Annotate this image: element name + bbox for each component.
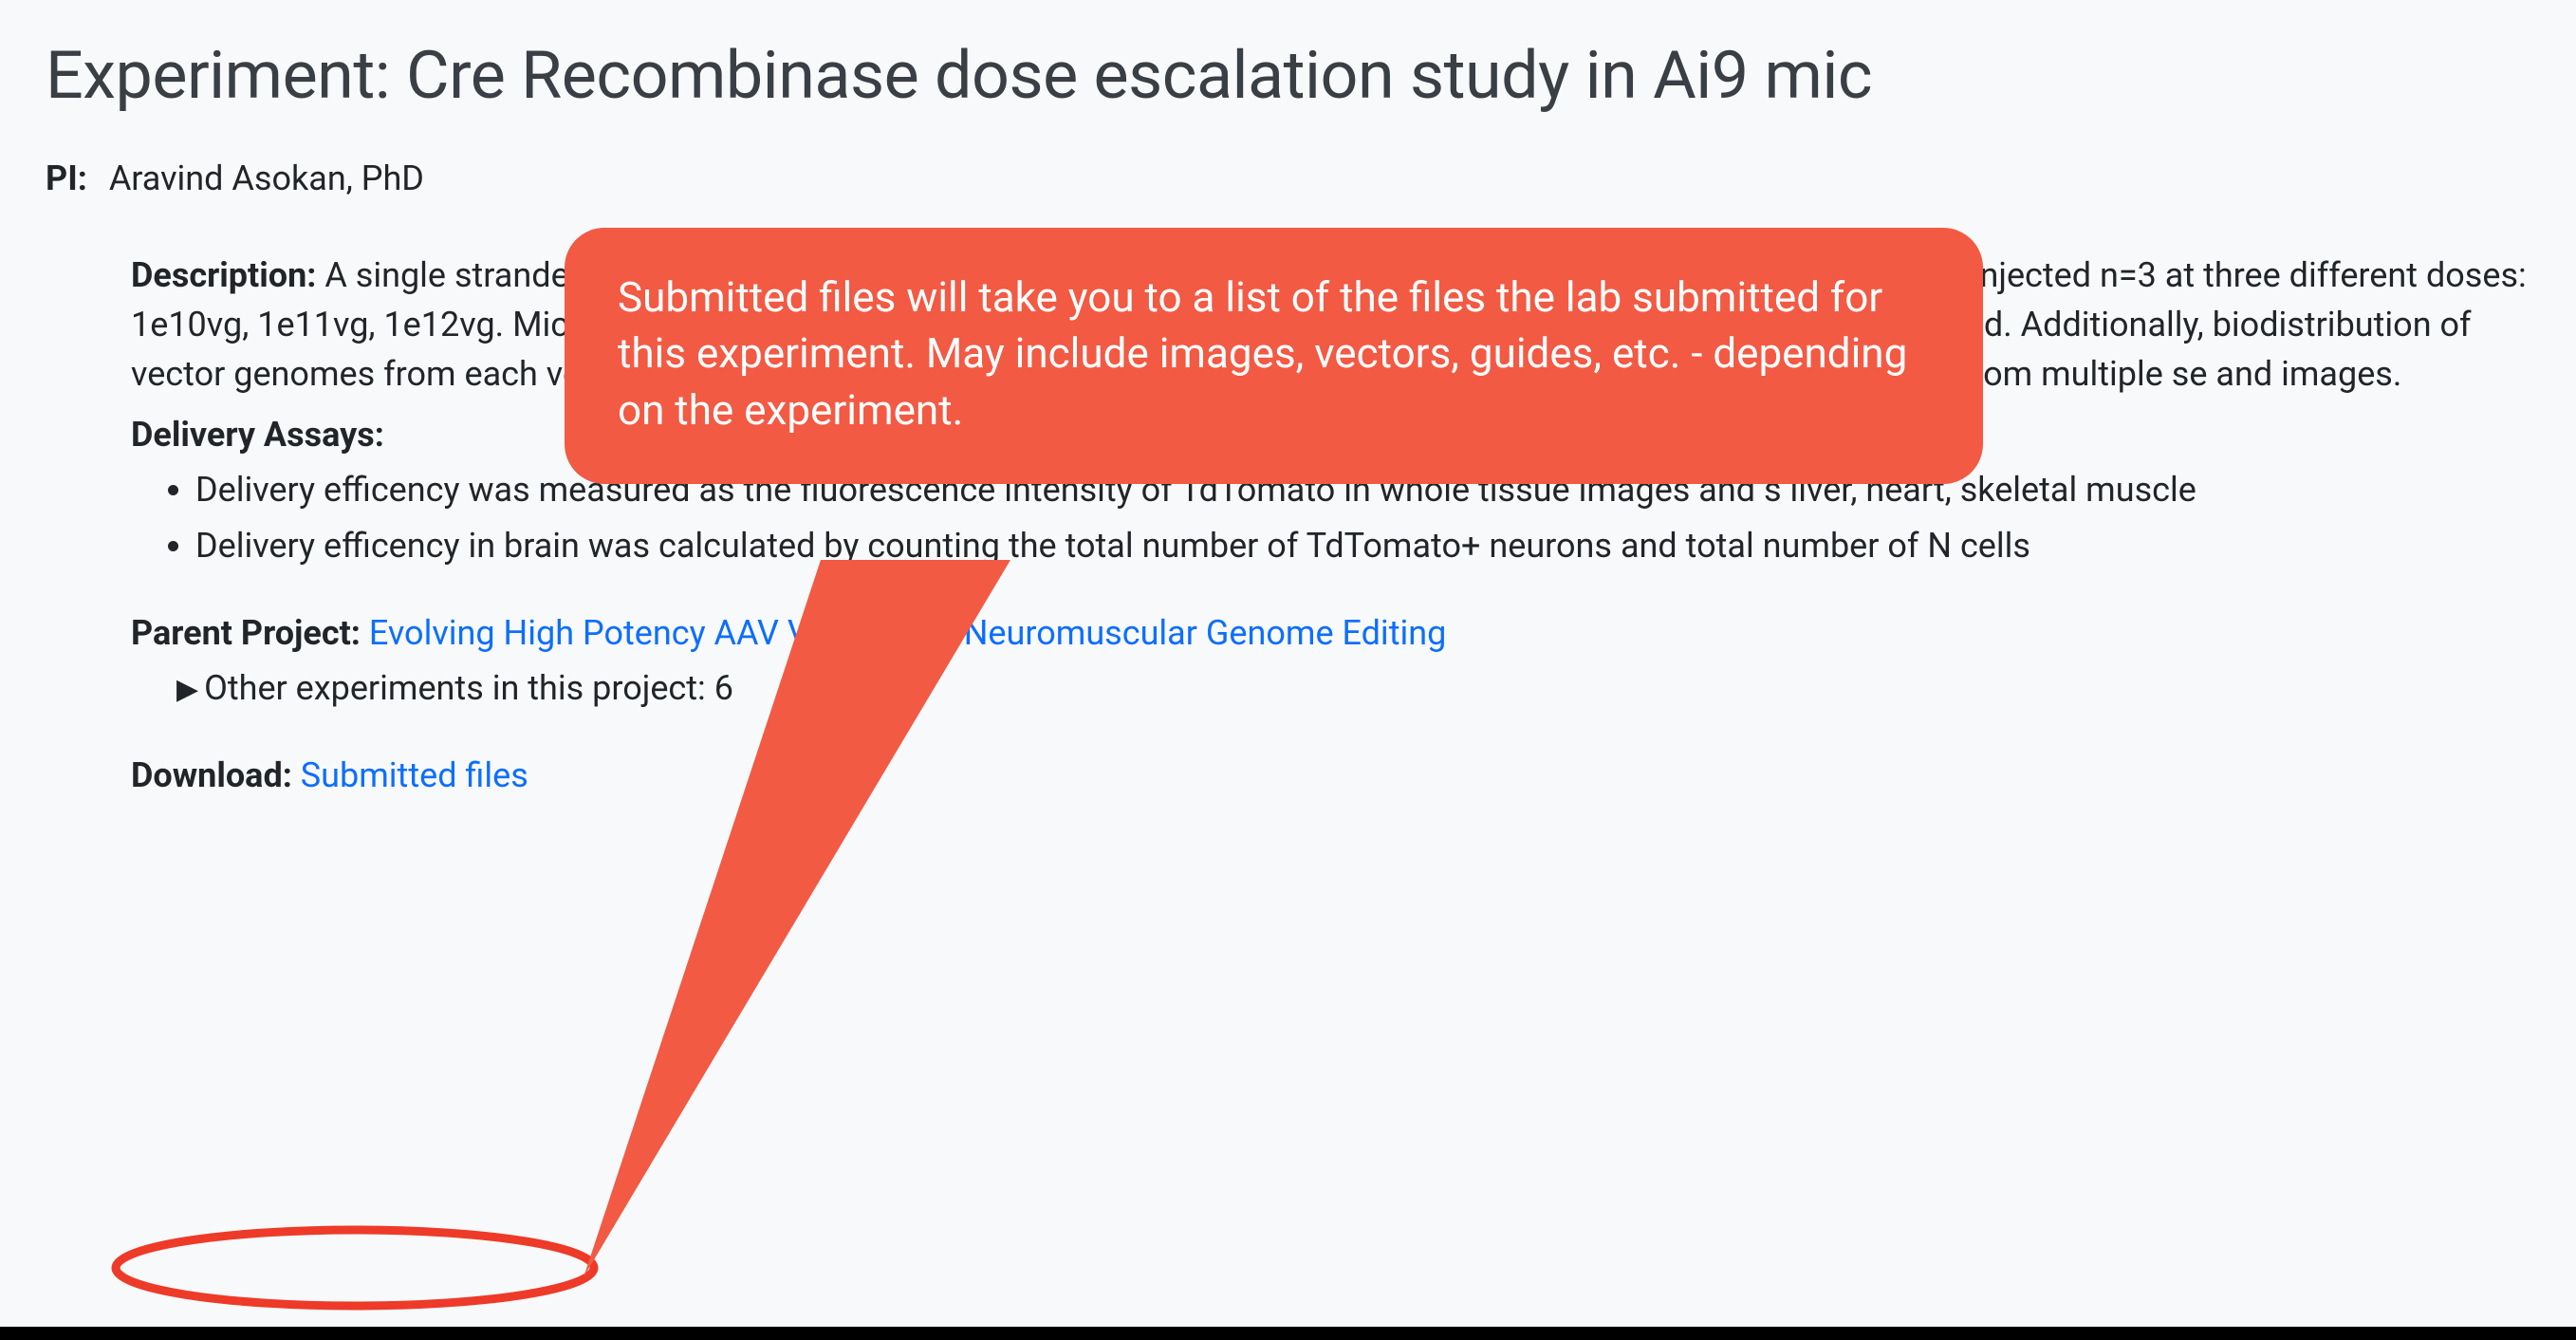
page-title: Experiment: Cre Recombinase dose escalat… xyxy=(46,28,2538,125)
list-item: Delivery efficency in brain was calculat… xyxy=(195,521,2538,570)
annotation-callout: Submitted files will take you to a list … xyxy=(565,228,1983,484)
pi-name: Aravind Asokan, PhD xyxy=(109,158,424,198)
description-label: Description: xyxy=(131,255,316,295)
parent-project-line: Parent Project: Evolving High Potency AA… xyxy=(131,608,2538,658)
bottom-bar xyxy=(0,1327,2576,1340)
parent-project-link[interactable]: Evolving High Potency AAV Vectors for Ne… xyxy=(369,613,1446,653)
pi-label: PI: xyxy=(46,158,87,198)
other-experiments-toggle[interactable]: ▶Other experiments in this project: 6 xyxy=(131,663,2538,713)
disclosure-triangle-icon: ▶ xyxy=(176,669,198,711)
submitted-files-link[interactable]: Submitted files xyxy=(301,755,528,795)
download-label: Download: xyxy=(131,755,292,795)
parent-project-label: Parent Project: xyxy=(131,613,361,653)
other-experiments-text: Other experiments in this project: 6 xyxy=(204,668,733,708)
download-line: Download: Submitted files xyxy=(131,751,2538,800)
pi-line: PI: Aravind Asokan, PhD xyxy=(46,154,2538,203)
annotation-ellipse-icon xyxy=(108,1222,602,1313)
annotation-callout-text: Submitted files will take you to a list … xyxy=(565,228,1983,484)
